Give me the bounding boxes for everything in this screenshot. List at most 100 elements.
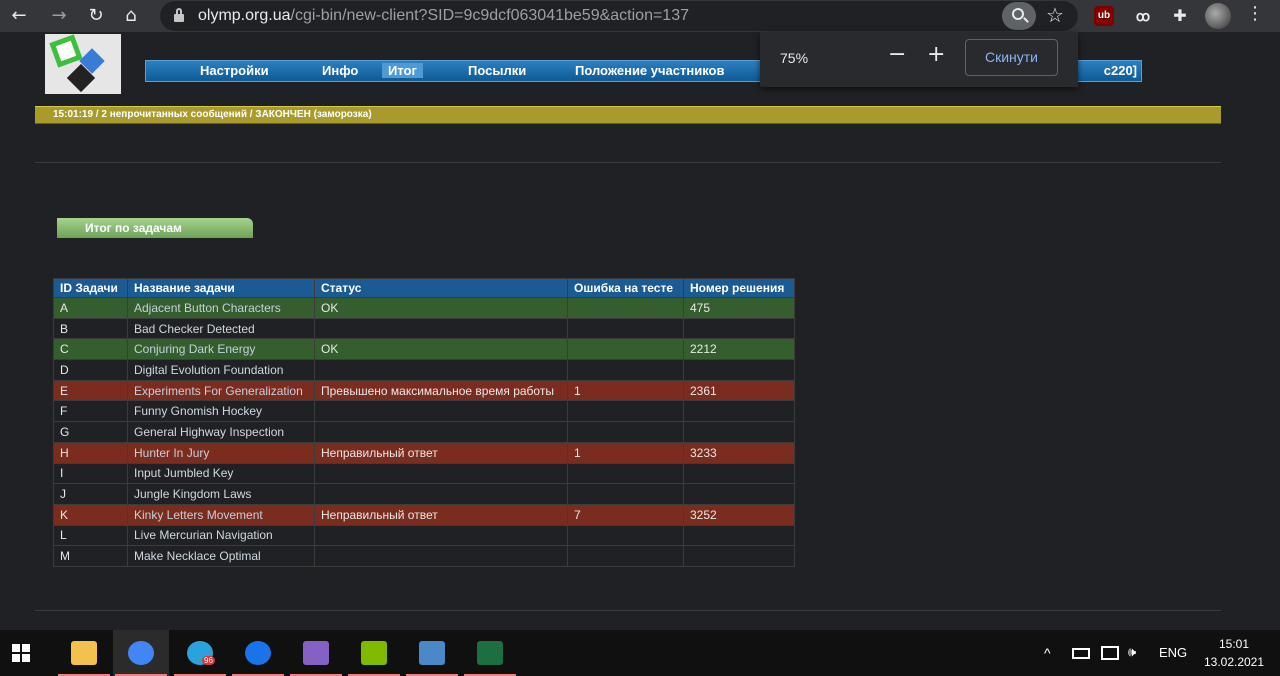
run-id[interactable] <box>683 421 795 443</box>
volume-icon[interactable]: 🕪 <box>1128 645 1136 660</box>
table-row: K Kinky Letters Movement Неправильный отве… <box>53 503 795 526</box>
table-row: H Hunter In Jury Неправильный ответ 1 3233 <box>53 441 795 464</box>
failed-test <box>567 359 684 381</box>
forward-icon[interactable]: → <box>46 3 72 29</box>
clock[interactable]: 15:01 13.02.2021 <box>1196 635 1272 671</box>
address-bar[interactable]: olymp.org.ua/cgi-bin/new-client?SID=9c9d… <box>160 1 1078 31</box>
battery-icon[interactable] <box>1072 648 1090 659</box>
problem-name[interactable]: Hunter In Jury <box>127 441 315 464</box>
nav-info[interactable]: Инфо <box>322 63 358 78</box>
run-id[interactable] <box>683 400 795 423</box>
table-row: C Conjuring Dark Energy OK 2212 <box>53 338 795 361</box>
problem-name[interactable]: Make Necklace Optimal <box>127 545 315 567</box>
failed-test <box>567 545 684 567</box>
run-id[interactable] <box>683 545 795 567</box>
failed-test <box>567 338 684 361</box>
network-icon[interactable] <box>1101 646 1119 660</box>
nav-submissions[interactable]: Посылки <box>468 63 526 78</box>
ublock-extension-icon[interactable]: ub <box>1094 6 1114 26</box>
taskbar-app-visual-studio[interactable] <box>288 630 344 676</box>
failed-test: 1 <box>567 441 684 464</box>
profile-avatar[interactable] <box>1205 3 1231 29</box>
run-id[interactable]: 2212 <box>683 338 795 361</box>
zoom-reset-button[interactable]: Скинути <box>965 39 1058 76</box>
run-id[interactable]: 475 <box>683 297 795 319</box>
problem-id: M <box>53 545 128 567</box>
bookmark-star-icon[interactable]: ☆ <box>1046 3 1064 27</box>
failed-test: 7 <box>567 503 684 526</box>
back-icon[interactable]: ← <box>6 3 32 29</box>
problem-name[interactable]: Funny Gnomish Hockey <box>127 400 315 423</box>
problem-name[interactable]: Adjacent Button Characters <box>127 297 315 319</box>
extensions-puzzle-icon[interactable]: ✚ <box>1170 6 1190 26</box>
run-id[interactable]: 3233 <box>683 441 795 464</box>
windows-start-icon[interactable] <box>12 644 30 662</box>
calculator-icon <box>419 641 445 665</box>
run-id[interactable]: 2361 <box>683 379 795 402</box>
taskbar-app-telegram[interactable]: 96 <box>172 630 228 676</box>
problem-name[interactable]: Kinky Letters Movement <box>127 503 315 526</box>
problem-id: C <box>53 338 128 361</box>
spy-extension-icon[interactable]: ꝏ <box>1133 6 1153 26</box>
zoom-icon[interactable] <box>1002 2 1036 30</box>
problem-name[interactable]: Digital Evolution Foundation <box>127 359 315 381</box>
run-id[interactable] <box>683 483 795 505</box>
problem-status <box>314 462 568 485</box>
problem-name[interactable]: Experiments For Generalization <box>127 379 315 402</box>
browser-menu-icon[interactable]: ⋮ <box>1246 3 1264 24</box>
run-id[interactable] <box>683 317 795 340</box>
run-id[interactable] <box>683 359 795 381</box>
language-indicator[interactable]: ENG <box>1159 645 1187 660</box>
notification-badge: 96 <box>202 656 215 665</box>
maps-icon <box>245 641 271 665</box>
nav-standings[interactable]: Положение участников <box>575 63 725 78</box>
header-id: ID Задачи <box>53 278 128 298</box>
table-row: B Bad Checker Detected <box>53 317 795 340</box>
run-id[interactable] <box>683 524 795 547</box>
home-icon[interactable]: ⌂ <box>118 3 144 29</box>
problem-name[interactable]: Input Jumbled Key <box>127 462 315 485</box>
problem-id: K <box>53 503 128 526</box>
run-id[interactable] <box>683 462 795 485</box>
status-bar: 15:01:19 / 2 непрочитанных сообщений / З… <box>35 106 1221 124</box>
taskbar-app-file-explorer[interactable] <box>56 630 112 676</box>
zoom-out-button[interactable]: − <box>888 42 906 67</box>
problem-status <box>314 483 568 505</box>
taskbar-app-excel[interactable] <box>462 630 518 676</box>
problem-name[interactable]: Bad Checker Detected <box>127 317 315 340</box>
problem-status: Неправильный ответ <box>314 441 568 464</box>
table-row: J Jungle Kingdom Laws <box>53 483 795 505</box>
tray-chevron-icon[interactable]: ^ <box>1044 645 1051 661</box>
problem-id: I <box>53 462 128 485</box>
problem-id: E <box>53 379 128 402</box>
url-text[interactable]: olymp.org.ua/cgi-bin/new-client?SID=9c9d… <box>198 7 689 25</box>
problem-name[interactable]: Conjuring Dark Energy <box>127 338 315 361</box>
problem-name[interactable]: General Highway Inspection <box>127 421 315 443</box>
run-id[interactable]: 3252 <box>683 503 795 526</box>
header-failed-test: Ошибка на тесте <box>567 278 684 298</box>
table-row: M Make Necklace Optimal <box>53 545 795 567</box>
lock-icon[interactable] <box>174 8 184 22</box>
nav-summary[interactable]: Итог <box>382 63 423 78</box>
problem-name[interactable]: Live Mercurian Navigation <box>127 524 315 547</box>
nav-settings[interactable]: Настройки <box>200 63 269 78</box>
browser-toolbar: ← → ↻ ⌂ olymp.org.ua/cgi-bin/new-client?… <box>0 0 1280 32</box>
taskbar-app-calculator[interactable] <box>404 630 460 676</box>
reload-icon[interactable]: ↻ <box>83 3 109 29</box>
problem-status <box>314 400 568 423</box>
clock-date: 13.02.2021 <box>1203 655 1265 669</box>
failed-test <box>567 524 684 547</box>
table-row: F Funny Gnomish Hockey <box>53 400 795 423</box>
problem-name[interactable]: Jungle Kingdom Laws <box>127 483 315 505</box>
taskbar-app-chrome[interactable] <box>113 630 169 676</box>
problem-status: OK <box>314 338 568 361</box>
site-logo[interactable] <box>45 34 121 94</box>
visual-studio-icon <box>303 641 329 665</box>
failed-test <box>567 400 684 423</box>
nav-cutoff-text[interactable]: c220] <box>1104 63 1137 78</box>
zoom-in-button[interactable]: + <box>927 42 945 67</box>
failed-test: 1 <box>567 379 684 402</box>
taskbar-app-notepad[interactable] <box>346 630 402 676</box>
clock-time: 15:01 <box>1218 637 1250 651</box>
taskbar-app-maps[interactable] <box>230 630 286 676</box>
